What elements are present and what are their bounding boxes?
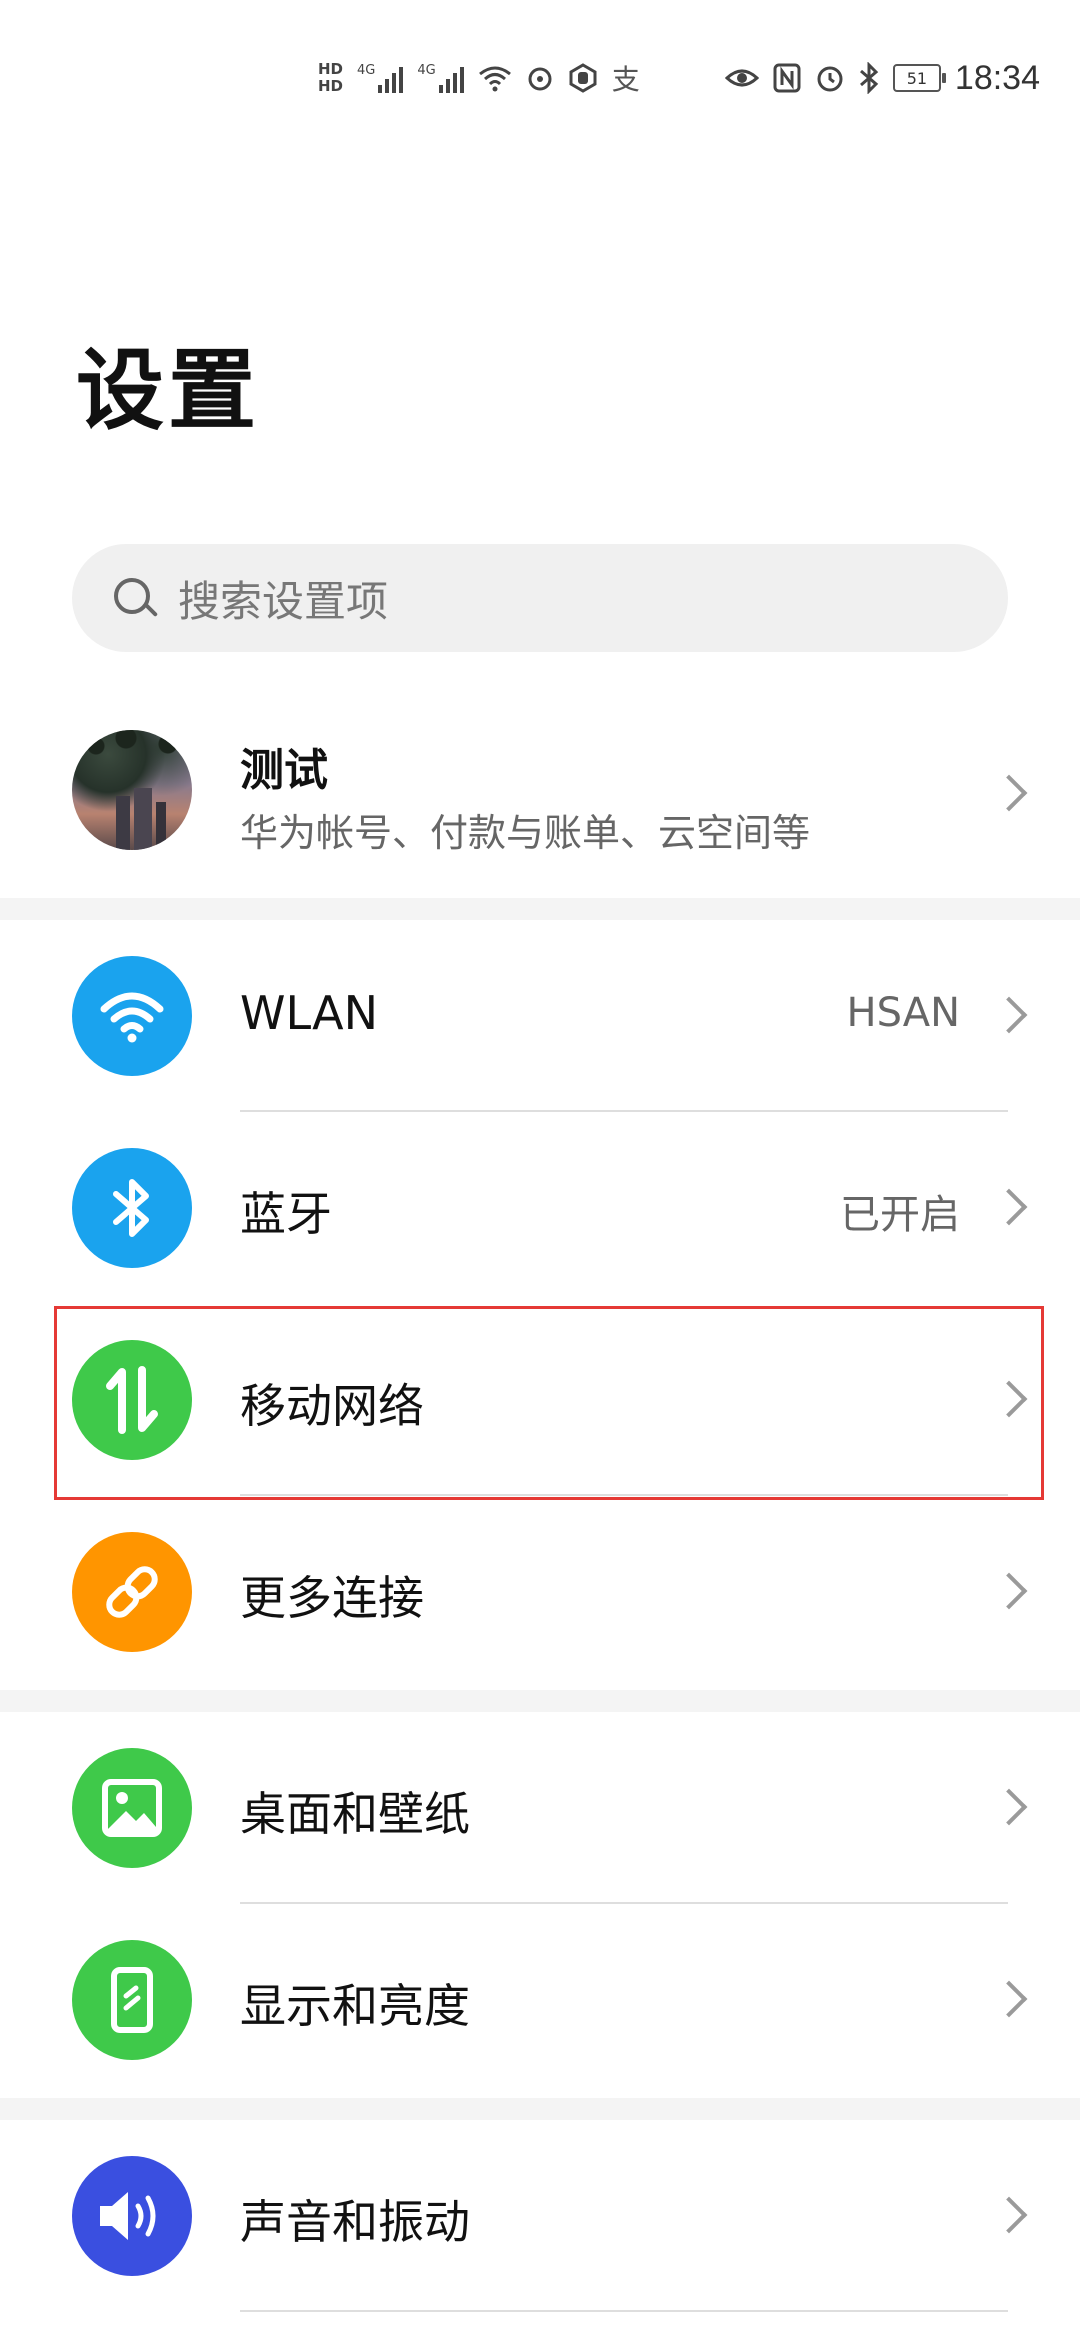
wlan-icon-badge bbox=[72, 956, 192, 1076]
mobile-data-icon bbox=[106, 1366, 158, 1434]
settings-item-label: WLAN bbox=[240, 986, 379, 1040]
chevron-right-icon bbox=[990, 1980, 1028, 2018]
sim2-signal-icon: 4G bbox=[417, 63, 464, 93]
battery-icon: 51 bbox=[892, 64, 946, 92]
settings-item-wlan[interactable]: WLAN HSAN bbox=[0, 920, 1080, 1112]
display-icon-badge bbox=[72, 1940, 192, 2060]
settings-item-value: HSAN bbox=[846, 990, 961, 1036]
settings-item-mobile-network[interactable]: 移动网络 bbox=[0, 1304, 1080, 1496]
sim1-network-type: 4G bbox=[357, 63, 376, 78]
status-bar-right: 51 18:34 bbox=[724, 48, 1040, 108]
battery-level: 51 bbox=[906, 68, 928, 88]
bluetooth-icon bbox=[113, 1179, 149, 1237]
sound-icon bbox=[100, 2192, 156, 2240]
chevron-right-icon bbox=[990, 1788, 1028, 1826]
link-icon-badge bbox=[72, 1532, 192, 1652]
display-icon bbox=[111, 1967, 153, 2033]
settings-item-sound[interactable]: 声音和振动 bbox=[0, 2120, 1080, 2312]
hd-indicator: HD HD bbox=[318, 61, 343, 95]
search-input[interactable]: 搜索设置项 bbox=[178, 568, 388, 629]
settings-item-label: 更多连接 bbox=[240, 1571, 424, 1625]
search-icon bbox=[110, 574, 158, 622]
wifi-icon bbox=[478, 66, 511, 92]
account-subtitle: 华为帐号、付款与账单、云空间等 bbox=[240, 811, 811, 855]
bluetooth-icon bbox=[859, 62, 879, 94]
link-icon bbox=[106, 1566, 158, 1618]
account-row[interactable]: 测试 华为帐号、付款与账单、云空间等 bbox=[0, 720, 1080, 880]
chevron-right-icon bbox=[990, 774, 1028, 812]
hd-label-bottom: HD bbox=[318, 77, 344, 95]
account-name: 测试 bbox=[240, 745, 328, 796]
settings-item-label: 声音和振动 bbox=[240, 2195, 470, 2249]
hd-label-top: HD bbox=[318, 60, 344, 78]
status-time: 18:34 bbox=[954, 58, 1040, 97]
avatar bbox=[72, 730, 192, 850]
chevron-right-icon bbox=[990, 2196, 1028, 2234]
alipay-icon: 支 bbox=[611, 63, 640, 96]
sound-icon-badge bbox=[72, 2156, 192, 2276]
wallpaper-icon bbox=[102, 1779, 162, 1837]
eye-icon bbox=[724, 69, 759, 87]
chevron-right-icon bbox=[990, 1380, 1028, 1418]
settings-item-label: 桌面和壁纸 bbox=[240, 1787, 470, 1841]
section-divider bbox=[0, 1690, 1080, 1712]
bluetooth-icon-badge bbox=[72, 1148, 192, 1268]
page-title: 设置 bbox=[76, 339, 261, 442]
nfc-icon bbox=[773, 63, 801, 93]
chevron-right-icon bbox=[990, 1572, 1028, 1610]
settings-item-bluetooth[interactable]: 蓝牙 已开启 bbox=[0, 1112, 1080, 1304]
settings-item-display[interactable]: 显示和亮度 bbox=[0, 1904, 1080, 2096]
chevron-right-icon bbox=[990, 996, 1028, 1034]
sync-icon bbox=[528, 67, 552, 91]
status-bar-left: HD HD 4G 4G 支 bbox=[318, 48, 640, 108]
divider bbox=[240, 2310, 1008, 2312]
wifi-icon bbox=[100, 992, 164, 1043]
sim1-signal-icon: 4G bbox=[357, 63, 404, 93]
section-divider bbox=[0, 898, 1080, 920]
settings-item-value: 已开启 bbox=[840, 1192, 960, 1238]
mobile-data-icon-badge bbox=[72, 1340, 192, 1460]
sim2-network-type: 4G bbox=[417, 63, 436, 78]
settings-item-label: 蓝牙 bbox=[240, 1187, 332, 1241]
hand-icon bbox=[569, 63, 597, 93]
settings-item-label: 显示和亮度 bbox=[240, 1979, 470, 2033]
settings-item-more-connections[interactable]: 更多连接 bbox=[0, 1496, 1080, 1688]
settings-item-wallpaper[interactable]: 桌面和壁纸 bbox=[0, 1712, 1080, 1904]
alarm-icon bbox=[817, 66, 843, 92]
settings-item-label: 移动网络 bbox=[240, 1379, 424, 1433]
status-bar: HD HD 4G 4G 支 51 18:34 bbox=[0, 0, 1080, 150]
section-divider bbox=[0, 2098, 1080, 2120]
wallpaper-icon-badge bbox=[72, 1748, 192, 1868]
chevron-right-icon bbox=[990, 1188, 1028, 1226]
search-bar[interactable]: 搜索设置项 bbox=[72, 544, 1008, 652]
